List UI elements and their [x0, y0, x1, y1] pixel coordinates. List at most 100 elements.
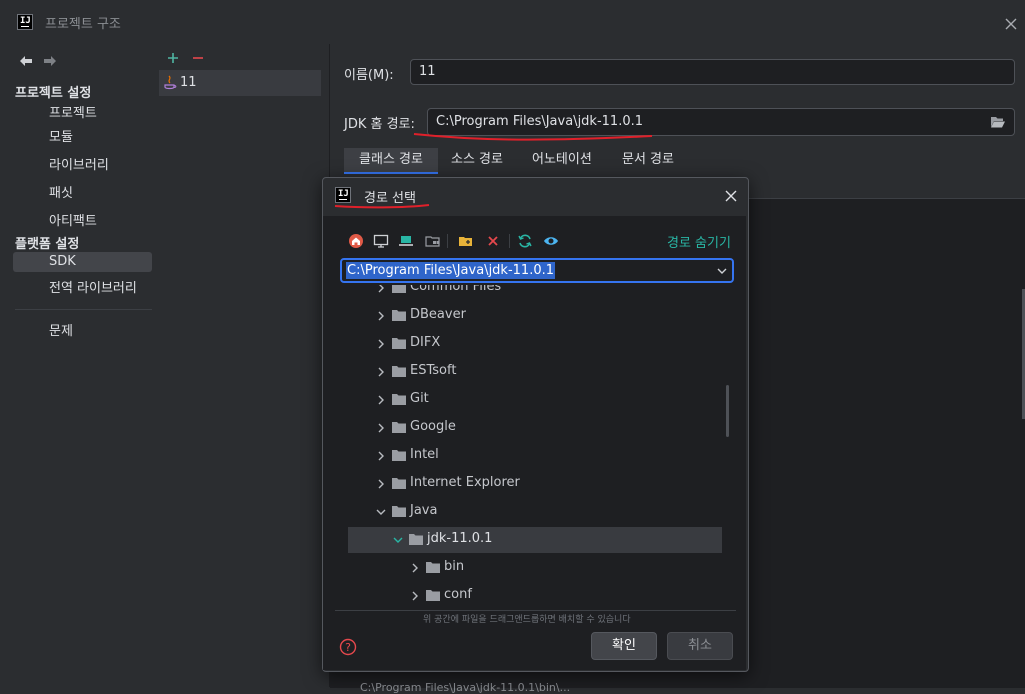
- name-input[interactable]: 11: [410, 59, 1015, 85]
- laptop-icon[interactable]: [398, 233, 414, 249]
- cancel-button[interactable]: 취소: [667, 632, 733, 660]
- tree-node[interactable]: Internet Explorer: [348, 471, 722, 497]
- folder-icon: [392, 506, 406, 517]
- delete-icon[interactable]: [485, 233, 501, 249]
- tree-node-label: conf: [444, 587, 472, 602]
- eye-icon[interactable]: [543, 233, 559, 249]
- folder-icon: [392, 338, 406, 349]
- chevron-right-icon[interactable]: [374, 449, 388, 463]
- arrow-left-icon[interactable]: [19, 55, 33, 67]
- folder-open-icon[interactable]: [990, 115, 1006, 129]
- java-icon: [164, 75, 177, 90]
- folder-icon: [392, 310, 406, 321]
- chevron-right-icon[interactable]: [408, 589, 422, 603]
- tree-node[interactable]: Git: [348, 387, 722, 413]
- tree-node[interactable]: conf: [348, 583, 722, 609]
- tree-node[interactable]: Google: [348, 415, 722, 441]
- chevron-down-icon[interactable]: [374, 505, 388, 519]
- close-icon[interactable]: [1004, 17, 1018, 31]
- folder-icon: [392, 366, 406, 377]
- help-icon[interactable]: ?: [339, 638, 357, 656]
- folder-icon: [392, 394, 406, 405]
- chevron-down-icon[interactable]: [391, 533, 405, 547]
- chevron-right-icon[interactable]: [374, 285, 388, 295]
- tree-node[interactable]: ESTsoft: [348, 359, 722, 385]
- nav-item-artifacts[interactable]: 아티팩트: [49, 210, 97, 229]
- title-bar: IJ 프로젝트 구조: [0, 0, 1025, 44]
- name-label: 이름(M):: [344, 68, 394, 83]
- window-title: 프로젝트 구조: [45, 17, 121, 32]
- tab-sourcepath[interactable]: 소스 경로: [451, 148, 503, 174]
- chevron-right-icon[interactable]: [374, 393, 388, 407]
- tree-node-label: Google: [410, 419, 456, 434]
- tree-scrollbar-thumb[interactable]: [726, 385, 729, 437]
- folder-icon: [426, 562, 440, 573]
- chevron-right-icon[interactable]: [374, 477, 388, 491]
- tree-node-label: Java: [410, 503, 438, 518]
- tree-node[interactable]: bin: [348, 555, 722, 581]
- folder-icon: [426, 590, 440, 601]
- project-settings-header: 프로젝트 설정: [15, 86, 92, 101]
- red-underline-jdk-path: [413, 133, 653, 141]
- refresh-icon[interactable]: [517, 233, 533, 249]
- sdk-list-item-label: 11: [180, 75, 197, 90]
- nav-item-project[interactable]: 프로젝트: [49, 102, 97, 121]
- tree-node-label: Internet Explorer: [410, 475, 520, 490]
- tree-node[interactable]: jdk-11.0.1: [348, 527, 722, 553]
- ok-button[interactable]: 확인: [591, 632, 657, 660]
- nav-item-problems[interactable]: 문제: [49, 320, 73, 339]
- dialog-close-icon[interactable]: [725, 190, 737, 202]
- sdk-list-item[interactable]: 11: [159, 70, 321, 96]
- nav-item-sdk-selected[interactable]: SDK: [13, 252, 152, 272]
- chevron-right-icon[interactable]: [408, 561, 422, 575]
- folder-icon: [392, 478, 406, 489]
- dialog-intellij-logo: IJ: [335, 187, 351, 203]
- hide-path-link[interactable]: 경로 숨기기: [667, 232, 731, 251]
- tree-node-label: bin: [444, 559, 465, 574]
- sidebar: 프로젝트 설정 프로젝트 모듈 라이브러리 패싯 아티팩트 플랫폼 설정 SDK…: [0, 44, 160, 687]
- select-path-dialog: IJ 경로 선택 경로 숨기기 C:\Program Files\Java\jd…: [322, 177, 749, 672]
- tab-classpath[interactable]: 클래스 경로: [344, 148, 438, 174]
- toolbar-separator: [447, 234, 448, 248]
- tab-docpath[interactable]: 문서 경로: [622, 148, 674, 174]
- tree-node-label: Common Files: [410, 285, 502, 294]
- tab-annotations[interactable]: 어노테이션: [532, 148, 592, 174]
- folder-icon: [392, 285, 406, 293]
- drag-drop-hint: 위 공간에 파일을 드래그앤드롭하면 배치할 수 있습니다: [423, 615, 631, 625]
- tree-node-label: ESTsoft: [410, 363, 457, 378]
- chevron-right-icon[interactable]: [374, 365, 388, 379]
- chevron-right-icon[interactable]: [374, 337, 388, 351]
- toolbar-separator-2: [509, 234, 510, 248]
- tree-node[interactable]: DBeaver: [348, 303, 722, 329]
- chevron-down-icon[interactable]: [716, 266, 728, 276]
- nav-item-global-libraries[interactable]: 전역 라이브러리: [49, 277, 137, 296]
- sidebar-divider: [15, 309, 152, 310]
- path-combobox-value: C:\Program Files\Java\jdk-11.0.1: [346, 262, 555, 279]
- tree-node[interactable]: Intel: [348, 443, 722, 469]
- classpath-partial-row: C:\Program Files\Java\jdk-11.0.1\bin\...: [360, 681, 571, 694]
- home-icon[interactable]: [348, 233, 364, 249]
- tree-node[interactable]: Java: [348, 499, 722, 525]
- path-combobox[interactable]: C:\Program Files\Java\jdk-11.0.1: [340, 258, 734, 283]
- chevron-right-icon[interactable]: [374, 421, 388, 435]
- arrow-right-icon[interactable]: [43, 55, 57, 67]
- file-tree: Common Files DBeaver DIFX ESTsoft Git Google I…: [335, 285, 736, 611]
- tree-node[interactable]: Common Files: [348, 285, 722, 301]
- nav-item-sdk-label: SDK: [49, 254, 76, 269]
- minus-icon[interactable]: [192, 52, 204, 64]
- plus-icon[interactable]: [167, 52, 179, 64]
- chevron-right-icon[interactable]: [374, 309, 388, 323]
- tree-node-label: Intel: [410, 447, 439, 462]
- tree-node-label: DBeaver: [410, 307, 466, 322]
- folder-icon: [392, 450, 406, 461]
- nav-item-libraries[interactable]: 라이브러리: [49, 154, 109, 173]
- nav-item-facets[interactable]: 패싯: [49, 182, 73, 201]
- red-underline-dialog-title: [334, 204, 430, 209]
- module-icon[interactable]: [425, 233, 441, 249]
- nav-item-modules[interactable]: 모듈: [49, 126, 73, 145]
- sdk-list-panel: 11: [159, 44, 330, 687]
- tree-node-label: Git: [410, 391, 429, 406]
- new-folder-icon[interactable]: [458, 233, 474, 249]
- desktop-icon[interactable]: [373, 233, 389, 249]
- tree-node[interactable]: DIFX: [348, 331, 722, 357]
